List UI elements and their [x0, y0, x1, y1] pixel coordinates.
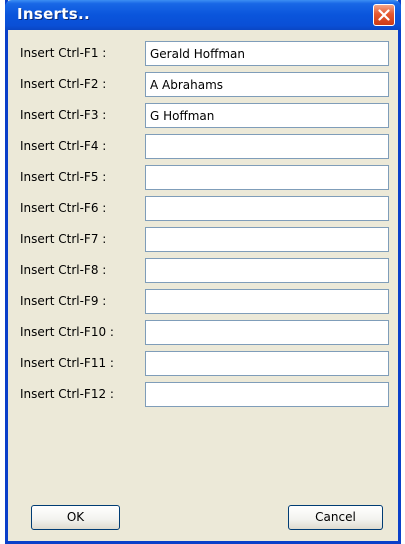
insert-label-f1: Insert Ctrl-F1 : — [20, 46, 107, 60]
insert-row-f8: Insert Ctrl-F8 : — [8, 258, 398, 284]
insert-field-f5[interactable] — [145, 165, 389, 190]
insert-field-f8[interactable] — [145, 258, 389, 283]
insert-label-f6: Insert Ctrl-F6 : — [20, 201, 107, 215]
insert-row-f4: Insert Ctrl-F4 : — [8, 134, 398, 160]
insert-label-f4: Insert Ctrl-F4 : — [20, 139, 107, 153]
insert-row-f7: Insert Ctrl-F7 : — [8, 227, 398, 253]
insert-field-f4[interactable] — [145, 134, 389, 159]
insert-row-f9: Insert Ctrl-F9 : — [8, 289, 398, 315]
insert-field-f3[interactable] — [145, 103, 389, 128]
insert-row-f10: Insert Ctrl-F10 : — [8, 320, 398, 346]
insert-field-f6[interactable] — [145, 196, 389, 221]
insert-label-f8: Insert Ctrl-F8 : — [20, 263, 107, 277]
insert-field-f10[interactable] — [145, 320, 389, 345]
insert-label-f10: Insert Ctrl-F10 : — [20, 325, 114, 339]
inserts-dialog: Inserts.. Insert Ctrl-F1 : Insert Ctrl-F… — [5, 0, 401, 544]
insert-row-f3: Insert Ctrl-F3 : — [8, 103, 398, 129]
insert-field-f1[interactable] — [145, 41, 389, 66]
insert-label-f3: Insert Ctrl-F3 : — [20, 108, 107, 122]
insert-row-f1: Insert Ctrl-F1 : — [8, 41, 398, 67]
close-button[interactable] — [373, 4, 395, 26]
insert-row-f12: Insert Ctrl-F12 : — [8, 382, 398, 408]
insert-field-f9[interactable] — [145, 289, 389, 314]
insert-field-f12[interactable] — [145, 382, 389, 407]
insert-label-f5: Insert Ctrl-F5 : — [20, 170, 107, 184]
insert-label-f12: Insert Ctrl-F12 : — [20, 387, 114, 401]
insert-field-f2[interactable] — [145, 72, 389, 97]
insert-label-f9: Insert Ctrl-F9 : — [20, 294, 107, 308]
cancel-button[interactable]: Cancel — [288, 505, 383, 530]
ok-button[interactable]: OK — [31, 505, 120, 530]
window-title: Inserts.. — [17, 5, 90, 23]
insert-field-f11[interactable] — [145, 351, 389, 376]
insert-row-f2: Insert Ctrl-F2 : — [8, 72, 398, 98]
title-bar[interactable]: Inserts.. — [5, 0, 401, 30]
insert-label-f2: Insert Ctrl-F2 : — [20, 77, 107, 91]
insert-label-f11: Insert Ctrl-F11 : — [20, 356, 114, 370]
insert-row-f11: Insert Ctrl-F11 : — [8, 351, 398, 377]
insert-label-f7: Insert Ctrl-F7 : — [20, 232, 107, 246]
insert-field-f7[interactable] — [145, 227, 389, 252]
insert-row-f5: Insert Ctrl-F5 : — [8, 165, 398, 191]
insert-row-f6: Insert Ctrl-F6 : — [8, 196, 398, 222]
close-icon — [378, 9, 390, 21]
